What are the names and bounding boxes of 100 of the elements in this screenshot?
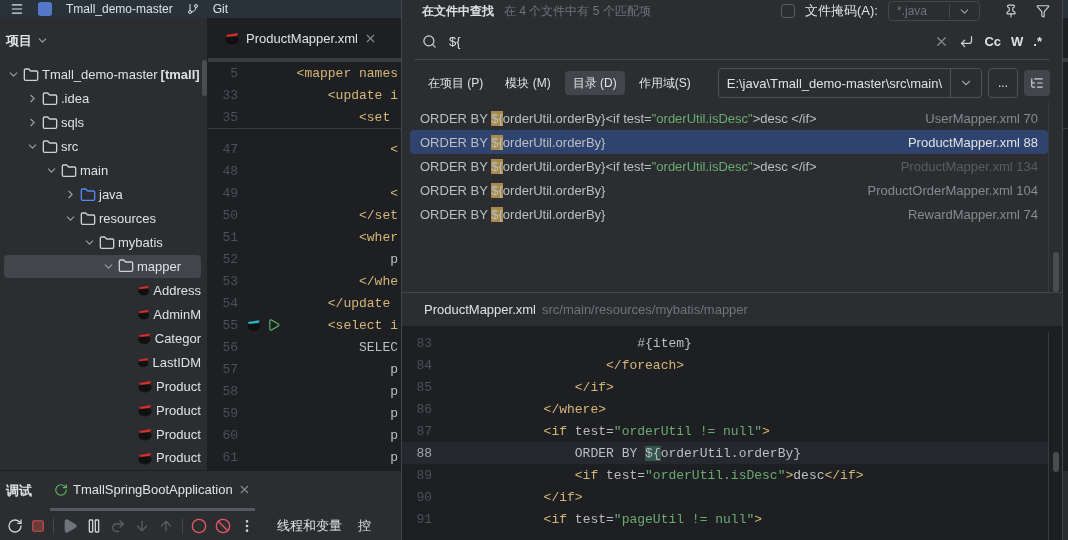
search-icon bbox=[422, 34, 437, 49]
preview-file-path: src/main/resources/mybatis/mapper bbox=[542, 302, 748, 317]
pause-icon[interactable] bbox=[86, 517, 102, 534]
code-line: p bbox=[389, 361, 399, 377]
code-line: <update i bbox=[326, 87, 399, 103]
code-line: p bbox=[389, 427, 399, 443]
tree-view-icon bbox=[1030, 75, 1044, 91]
spring-app-icon bbox=[54, 482, 68, 497]
folder-icon bbox=[61, 162, 77, 179]
tree-item[interactable]: AdminM bbox=[4, 302, 201, 327]
tree-item[interactable]: Categor bbox=[4, 326, 201, 351]
browse-button[interactable]: ... bbox=[988, 68, 1018, 98]
code-line: </foreach> bbox=[605, 357, 685, 373]
filter-icon[interactable] bbox=[1036, 4, 1050, 18]
branch-icon bbox=[186, 3, 199, 15]
popup-title: 在文件中查找 bbox=[422, 2, 494, 20]
run-config-tab[interactable]: TmallSpringBootApplication bbox=[50, 471, 255, 511]
scope-tab[interactable]: 目录 (D) bbox=[564, 71, 625, 95]
mapper-file-icon bbox=[137, 331, 152, 346]
scope-tab[interactable]: 模块 (M) bbox=[497, 71, 559, 95]
scrollbar-thumb[interactable] bbox=[202, 60, 207, 96]
search-option[interactable]: Cc bbox=[984, 34, 1002, 49]
search-field[interactable]: ${ bbox=[447, 33, 925, 50]
resources-folder-icon bbox=[80, 210, 96, 227]
code-line: <if test="orderUtil != null"> bbox=[542, 423, 770, 439]
tree-item[interactable]: java bbox=[4, 182, 201, 207]
stop-icon[interactable] bbox=[31, 518, 45, 533]
tree-item[interactable]: mybatis bbox=[4, 230, 201, 255]
mapper-file-icon bbox=[137, 379, 153, 394]
code-line: </where> bbox=[542, 401, 607, 417]
code-line: <mapper names bbox=[295, 65, 399, 81]
tree-item[interactable]: Product bbox=[4, 422, 201, 446]
panel-title[interactable]: 项目 bbox=[6, 31, 32, 50]
scope-tab[interactable]: 作用域(S) bbox=[630, 71, 699, 95]
threads-variables-tab[interactable]: 线程和变量 bbox=[277, 516, 342, 535]
code-line: ORDER BY ${orderUtil.orderBy} bbox=[573, 445, 802, 461]
project-badge-icon bbox=[38, 2, 52, 16]
mapper-file-icon bbox=[224, 31, 240, 45]
line-number: 88 bbox=[415, 445, 432, 461]
tree-item[interactable]: src bbox=[4, 134, 201, 159]
scrollbar-thumb[interactable] bbox=[1053, 252, 1059, 292]
folder-icon bbox=[99, 234, 115, 251]
tree-item[interactable]: resources bbox=[4, 206, 201, 231]
tree-item[interactable]: .idea bbox=[4, 86, 201, 111]
code-line: p bbox=[389, 251, 399, 267]
mapper-statement-icon[interactable] bbox=[246, 318, 262, 332]
mapper-file-icon bbox=[137, 427, 153, 442]
code-line: < bbox=[389, 185, 399, 201]
menu-icon[interactable] bbox=[10, 2, 24, 16]
mapper-file-icon bbox=[137, 450, 153, 465]
code-line: </set bbox=[358, 207, 399, 223]
code-line: </if> bbox=[573, 379, 614, 395]
match-summary: 在 4 个文件中有 5 个匹配项 bbox=[504, 2, 651, 20]
run-icon[interactable] bbox=[267, 318, 281, 332]
project-name[interactable]: Tmall_demo-master bbox=[66, 2, 173, 16]
tree-item[interactable]: sqls bbox=[4, 110, 201, 135]
tree-item[interactable]: Product bbox=[4, 374, 201, 399]
newline-icon[interactable] bbox=[959, 34, 975, 49]
code-line: SELEC bbox=[358, 339, 399, 355]
mute-breakpoints-icon[interactable] bbox=[215, 517, 231, 534]
folder-icon bbox=[118, 258, 134, 275]
tree-item[interactable]: Address bbox=[4, 278, 201, 303]
code-line: p bbox=[389, 383, 399, 399]
mapper-file-icon bbox=[137, 403, 153, 418]
panel-title: 调试 bbox=[6, 482, 32, 500]
search-option[interactable]: .* bbox=[1033, 34, 1042, 49]
tree-item[interactable]: mapper bbox=[4, 254, 201, 279]
vcs-menu[interactable]: Git bbox=[212, 2, 229, 16]
file-mask-checkbox[interactable] bbox=[781, 4, 795, 18]
source-folder-icon bbox=[80, 186, 96, 203]
code-line: </if> bbox=[542, 489, 583, 505]
mapper-file-icon bbox=[137, 355, 150, 370]
rerun-icon[interactable] bbox=[7, 517, 23, 534]
pin-icon[interactable] bbox=[1004, 4, 1018, 18]
code-line: <select i bbox=[326, 317, 399, 333]
file-mask-label: 文件掩码(A): bbox=[805, 2, 878, 20]
module-folder-icon bbox=[23, 66, 39, 83]
search-option[interactable]: W bbox=[1011, 34, 1024, 49]
mapper-file-icon bbox=[137, 307, 151, 322]
folder-icon bbox=[42, 114, 58, 131]
breakpoints-icon[interactable] bbox=[191, 517, 207, 534]
editor-tab[interactable]: ProductMapper.xml bbox=[220, 18, 381, 58]
resume-icon[interactable] bbox=[62, 517, 78, 534]
tree-item[interactable]: Product bbox=[4, 446, 201, 470]
code-line: p bbox=[389, 449, 399, 465]
code-line: < bbox=[389, 141, 399, 157]
tree-item[interactable]: Product bbox=[4, 398, 201, 423]
tree-item[interactable]: Tmall_demo-master [tmall] bbox=[4, 63, 201, 87]
scope-tab[interactable]: 在项目 (P) bbox=[420, 71, 492, 95]
code-line: <if test="pageUtil != null"> bbox=[542, 511, 763, 527]
console-tab[interactable]: 控 bbox=[358, 516, 371, 535]
scrollbar-thumb[interactable] bbox=[1053, 452, 1059, 472]
folder-icon bbox=[42, 90, 58, 107]
tree-item[interactable]: LastIDM bbox=[4, 350, 201, 375]
code-line: #{item} bbox=[636, 335, 692, 351]
directory-field[interactable]: E:\java\Tmall_demo-master\src\main\ bbox=[717, 68, 982, 98]
mapper-file-icon bbox=[137, 283, 151, 298]
code-line: </whe bbox=[358, 273, 399, 289]
tree-view-button[interactable] bbox=[1024, 70, 1050, 96]
tree-item[interactable]: main bbox=[4, 158, 201, 183]
